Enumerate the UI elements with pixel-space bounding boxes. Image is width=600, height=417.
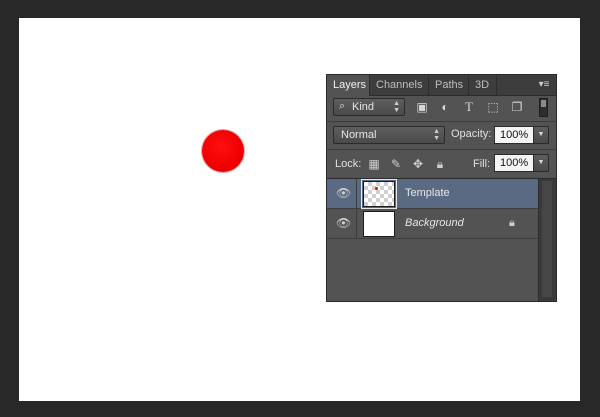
- tab-layers[interactable]: Layers: [327, 75, 370, 96]
- visibility-toggle[interactable]: 👁︎: [327, 179, 357, 209]
- lock-all-icon[interactable]: 🔒︎: [433, 157, 447, 171]
- tab-channels[interactable]: Channels: [370, 75, 429, 95]
- eye-icon: 👁︎: [336, 216, 352, 230]
- layers-scrollbar[interactable]: [538, 179, 556, 301]
- updown-arrows-icon: ▲ ▼: [433, 128, 440, 142]
- layer-name[interactable]: Background: [405, 217, 464, 229]
- image-filter-icon[interactable]: ▣: [414, 99, 430, 115]
- layer-thumbnail[interactable]: [363, 211, 395, 237]
- lock-transparent-pixels-icon[interactable]: ▦: [367, 157, 381, 171]
- layer-row-template[interactable]: 👁︎ Template: [327, 179, 538, 209]
- lock-position-icon[interactable]: ✥: [411, 157, 425, 171]
- tab-paths[interactable]: Paths: [429, 75, 469, 95]
- shape-filter-icon[interactable]: ⬚: [485, 99, 501, 115]
- divider: [327, 121, 556, 122]
- filter-toggle[interactable]: [539, 98, 548, 117]
- layers-panel: Layers Channels Paths 3D ▾≡ ⌕ Kind ▲ ▼ ▣ …: [327, 75, 556, 301]
- thumbnail-red-dot: [375, 187, 378, 190]
- lock-image-pixels-icon[interactable]: ✎: [389, 157, 403, 171]
- filter-kind-label: Kind: [352, 101, 375, 113]
- fill-label: Fill:: [473, 158, 491, 170]
- search-icon: ⌕: [339, 100, 346, 112]
- chevron-down-icon[interactable]: ▼: [533, 127, 548, 143]
- panel-tab-bar: Layers Channels Paths 3D ▾≡: [327, 75, 556, 96]
- opacity-field[interactable]: 100% ▼: [494, 126, 549, 144]
- blend-mode-select[interactable]: Normal ▲ ▼: [333, 126, 445, 144]
- eye-icon: 👁︎: [336, 186, 352, 200]
- type-filter-icon[interactable]: T: [461, 99, 477, 115]
- fill-value: 100%: [500, 157, 529, 169]
- opacity-value: 100%: [500, 129, 529, 141]
- chevron-down-icon[interactable]: ▼: [533, 155, 548, 171]
- adjustment-filter-icon[interactable]: ◐: [437, 99, 453, 115]
- lock-icon[interactable]: 🔒︎: [509, 217, 515, 230]
- layer-row-background[interactable]: 👁︎ Background 🔒︎: [327, 209, 538, 239]
- fill-field[interactable]: 100% ▼: [494, 154, 549, 172]
- divider: [327, 149, 556, 150]
- smart-object-filter-icon[interactable]: ❐: [509, 99, 525, 115]
- lock-label: Lock:: [335, 158, 362, 170]
- filter-kind-select[interactable]: ⌕ Kind ▲ ▼: [333, 98, 405, 116]
- updown-arrows-icon: ▲ ▼: [393, 100, 400, 114]
- red-circle[interactable]: [202, 130, 244, 172]
- layer-name[interactable]: Template: [405, 187, 450, 199]
- panel-menu-icon[interactable]: ▾≡: [537, 78, 551, 92]
- filter-row: ⌕ Kind ▲ ▼ ▣ ◐ T ⬚ ❐: [331, 98, 552, 118]
- layers-list: 👁︎ Template 👁︎ Background 🔒︎: [327, 179, 538, 301]
- visibility-toggle[interactable]: 👁︎: [327, 209, 357, 239]
- layer-thumbnail[interactable]: [361, 179, 397, 209]
- opacity-label: Opacity:: [451, 128, 492, 140]
- blend-mode-value: Normal: [341, 129, 377, 141]
- scrollbar-thumb[interactable]: [542, 181, 552, 297]
- tab-3d[interactable]: 3D: [469, 75, 497, 95]
